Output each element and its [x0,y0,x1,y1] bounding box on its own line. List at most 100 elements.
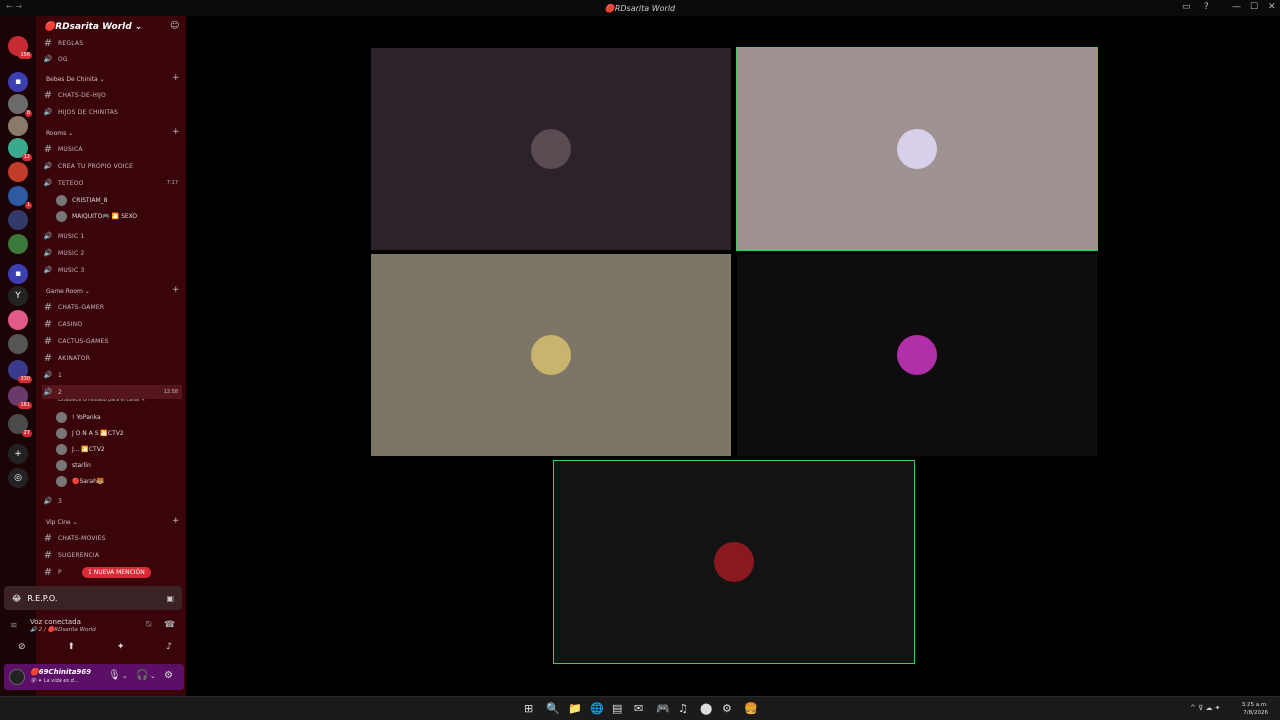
category-name: Game Room ⌄ [46,288,90,295]
text-channel[interactable]: # MUSICA [42,142,182,156]
text-channel[interactable]: # CHATS-DE-HIJO [42,88,182,102]
activities-icon[interactable]: ✦ [117,642,125,656]
voice-channel[interactable]: 🔊 HIJOS DE CHINITAS [42,105,182,119]
server-icon[interactable] [8,210,28,230]
text-channel[interactable]: # CASINO [42,317,182,331]
taskbar-app-icon[interactable]: ⬤ [700,702,712,715]
screen-share-icon[interactable]: ⬆ [67,642,75,656]
server-name[interactable]: 🔴RDsarita World ⌄ [44,22,142,32]
server-icon[interactable]: ◎ [8,468,28,488]
participant-tile-4[interactable] [737,254,1097,456]
taskbar-app-icon[interactable]: 🎮 [656,702,670,715]
system-tray[interactable]: ^ ⊽ ☁ ✦ [1190,704,1221,712]
headphones-icon[interactable]: 🎧 [136,670,148,681]
add-channel-icon[interactable]: + [172,73,180,83]
server-icon[interactable]: + [8,444,28,464]
server-icon[interactable] [8,234,28,254]
server-icon[interactable]: 8 [8,94,32,117]
category-header[interactable]: Rooms ⌄ + [46,127,180,137]
add-channel-icon[interactable]: + [172,516,180,526]
server-icon[interactable] [8,334,28,354]
taskbar-app-icon[interactable]: ⊞ [524,702,533,715]
chevron-down-icon[interactable]: ⌄ [150,672,156,680]
avatar[interactable] [9,669,25,685]
text-channel[interactable]: # CHATS-MOVIES [42,531,182,545]
server-icon[interactable]: 12 [8,138,32,161]
voice-channel[interactable]: 🔊 2 / 🔴RDsarita World [30,627,96,633]
user-panel[interactable]: 🔴69Chinita969 👁 ✦ La vida es d... 🎙 ⌄ 🎧 … [4,664,184,690]
voice-user[interactable]: J... 🎦CTV2 [56,442,105,456]
noise-suppression-icon[interactable]: ⍉ [146,620,151,630]
category-header[interactable]: Bebes De Chinita ⌄ + [46,73,180,83]
microphone-icon[interactable]: 🎙 [108,670,121,681]
voice-channel[interactable]: 🔊 3 [42,494,182,508]
voice-user[interactable]: starlin [56,458,91,472]
settings-gear-icon[interactable]: ⚙ [164,670,173,681]
taskbar-app-icon[interactable]: 🍔 [744,702,758,715]
voice-channel[interactable]: 🔊 TETEOO 7:17 [42,176,182,190]
taskbar-app-icon[interactable]: ▤ [612,702,622,715]
voice-channel[interactable]: 🔊 MUSIC 3 [42,263,182,277]
server-icon[interactable] [8,310,28,330]
voice-user[interactable]: J O N A S 🎦CTV2 [56,426,124,440]
category-header[interactable]: Vip Cine ⌄ + [46,516,180,526]
voice-user[interactable]: MAIQUITO🎮 🎦 SEXO [56,209,137,223]
taskbar-app-icon[interactable]: 🌐 [590,702,604,715]
camera-off-icon[interactable]: ⊘ [18,642,26,656]
text-channel[interactable]: # SUGERENCIA [42,548,182,562]
taskbar-app-icon[interactable]: 📁 [568,702,582,715]
user-name: J O N A S 🎦CTV2 [72,429,124,437]
server-icon[interactable]: Y [8,286,28,306]
voice-channel[interactable]: 🔊 2 12:58 [42,385,182,399]
channel-name: MUSIC 1 [58,232,85,240]
voice-channel[interactable]: 🔊 MUSIC 1 [42,229,182,243]
text-channel[interactable]: # CHATS-GAMER [42,300,182,314]
taskbar-app-icon[interactable]: 🔍 [546,702,560,715]
channel-name: CACTUS-GAMES [58,337,109,345]
voice-channel[interactable]: 🔊 OG [42,52,182,66]
server-icon[interactable]: 330 [8,360,32,383]
server-icon[interactable] [8,116,28,136]
screen-icon[interactable]: ▣ [166,594,174,603]
category-header[interactable]: Game Room ⌄ + [46,285,180,295]
taskbar-app-icon[interactable]: ✉ [634,702,643,715]
text-channel[interactable]: # P [42,565,182,579]
chevron-down-icon[interactable]: ⌄ [122,672,128,680]
text-channel[interactable]: # REGLAS [42,36,182,50]
add-channel-icon[interactable]: + [172,285,180,295]
activity-bar[interactable]: 😂 R.E.P.O. ▣ [4,586,182,610]
participant-tile-5[interactable] [553,460,915,664]
voice-user[interactable]: CRISTIAM_8 [56,193,107,207]
soundboard-icon[interactable]: ♪ [166,642,172,656]
server-icon[interactable]: 156 [8,36,32,59]
taskbar-app-icon[interactable]: ♫ [678,702,688,715]
participant-tile-2[interactable] [736,47,1098,251]
invite-icon[interactable]: ☺ [170,21,179,31]
server-icon[interactable]: ▪ [8,264,28,284]
server-icon[interactable]: 161 [8,386,32,409]
server-icon[interactable]: 1 [8,186,32,209]
server-icon[interactable]: ▪ [8,72,28,92]
minimize-button[interactable]: — [1232,2,1241,12]
voice-user[interactable]: ! YoPanka [56,410,101,424]
disconnect-icon[interactable]: ☎ [164,620,175,630]
add-channel-icon[interactable]: + [172,127,180,137]
clock[interactable]: 3:25 a.m. 7/8/2026 [1242,701,1268,717]
text-channel[interactable]: # AKINATOR [42,351,182,365]
participant-tile-3[interactable] [371,254,731,456]
maximize-button[interactable]: ☐ [1250,2,1258,12]
taskbar-app-icon[interactable]: ⚙ [722,702,732,715]
server-icon[interactable]: 27 [8,414,32,437]
participant-tile-1[interactable] [371,48,731,250]
signal-icon[interactable]: ≋ [10,621,18,631]
user-name: starlin [72,461,91,469]
text-channel[interactable]: # CACTUS-GAMES [42,334,182,348]
voice-channel[interactable]: 🔊 1 [42,368,182,382]
voice-user[interactable]: 🔴Sarah🐯 [56,474,104,488]
inbox-icon[interactable]: ▭ [1182,2,1191,12]
server-icon[interactable] [8,162,28,182]
voice-channel[interactable]: 🔊 CREA TU PROPIO VOICE [42,159,182,173]
close-button[interactable]: ✕ [1268,2,1276,12]
voice-channel[interactable]: 🔊 MUSIC 2 [42,246,182,260]
help-icon[interactable]: ? [1204,2,1209,12]
